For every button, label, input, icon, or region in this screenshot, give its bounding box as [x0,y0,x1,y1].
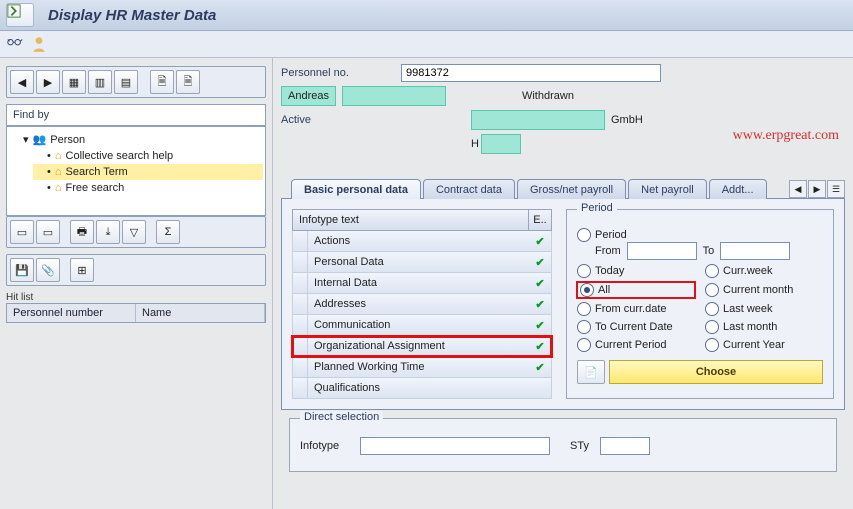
radio-period[interactable]: Period [577,228,823,242]
tree-item-collective[interactable]: •⌂Collective search help [33,148,263,164]
radio-currmonth[interactable]: Current month [705,282,823,298]
infotype-col2[interactable]: E.. [529,210,551,230]
from-input[interactable] [627,242,697,260]
finder-toolbar: ◀ ▶ ▦ ▥ ▤ 🗎 🗎 [6,66,266,98]
person-status: Withdrawn [522,90,574,102]
tab-contract-data[interactable]: Contract data [423,179,515,199]
choose-button[interactable]: Choose [609,360,823,384]
list-toolbar-2: 💾 📎 ⊞ [6,254,266,286]
person-tree: ▾👥Person •⌂Collective search help •⌂Sear… [6,126,266,216]
person-icon[interactable] [30,35,48,53]
to-input[interactable] [720,242,790,260]
save-icon[interactable]: 💾 [10,258,34,282]
print-icon[interactable]: 🖶 [70,220,94,244]
from-label: From [595,245,621,257]
infotype-header[interactable]: Infotype text [293,210,529,230]
period-legend: Period [577,202,617,214]
page-title: Display HR Master Data [48,7,216,24]
tab-net-payroll[interactable]: Net payroll [628,179,707,199]
infotype-row[interactable]: Actions✔ [292,231,552,252]
grid2-icon[interactable]: ▥ [88,70,112,94]
choose-helper-icon[interactable]: 📄 [577,360,605,384]
radio-currweek[interactable]: Curr.week [705,264,823,278]
col-name[interactable]: Name [136,304,265,322]
company-chip [471,110,605,130]
line3-prefix: H [471,138,479,150]
radio-fromcurr[interactable]: From curr.date [577,302,695,316]
tree-item-freesearch[interactable]: •⌂Free search [33,180,263,196]
check-icon: ✔ [529,235,551,248]
person-name-extra [342,86,446,106]
radio-all[interactable]: All [577,282,695,298]
watermark: www.erpgreat.com [733,128,839,144]
tab-addt[interactable]: Addt... [709,179,767,199]
check-icon: ✔ [529,340,551,353]
infotype-row[interactable]: Addresses✔ [292,294,552,315]
person-name: Andreas [281,86,336,106]
infotype-row[interactable]: Organizational Assignment✔ [292,336,552,357]
sum-icon[interactable]: Σ [156,220,180,244]
layout-icon[interactable]: ⊞ [70,258,94,282]
hitlist-header: Personnel number Name [6,303,266,323]
infotype-row[interactable]: Planned Working Time✔ [292,357,552,378]
radio-tocurrdate[interactable]: To Current Date [577,320,695,334]
tabstrip: Basic personal data Contract data Gross/… [281,172,845,199]
infotype-label: Infotype [300,440,360,452]
personnel-no-label: Personnel no. [281,67,401,79]
person-group-icon: 👥 [33,133,47,146]
tab-scroll-right-icon[interactable]: ▶ [808,180,826,198]
list-toolbar-1: ▭ ▭ 🖶 ⤓ ▽ Σ [6,216,266,248]
radio-lastmonth[interactable]: Last month [705,320,823,334]
check-icon: ✔ [529,361,551,374]
export-icon[interactable]: ⤓ [96,220,120,244]
radio-curryear[interactable]: Current Year [705,338,823,352]
to-label: To [703,245,715,257]
check-icon: ✔ [529,319,551,332]
line3-chip [481,134,521,154]
tree-item-searchterm[interactable]: •⌂Search Term [33,164,263,180]
company-suffix: GmbH [611,114,643,126]
glasses-icon[interactable] [6,35,24,53]
check-icon: ✔ [529,277,551,290]
doc2-icon[interactable]: 🗎 [176,70,200,94]
check-icon: ✔ [529,298,551,311]
infotype-row[interactable]: Qualifications [292,378,552,399]
grid3-icon[interactable]: ▤ [114,70,138,94]
filter-icon[interactable]: ▽ [122,220,146,244]
col-personnel-number[interactable]: Personnel number [7,304,136,322]
radio-today[interactable]: Today [577,264,695,278]
tree-root[interactable]: ▾👥Person [9,131,263,148]
detail2-icon[interactable]: ▭ [36,220,60,244]
hitlist-label: Hit list [6,292,266,303]
infotype-row[interactable]: Communication✔ [292,315,552,336]
doc-icon[interactable]: 🗎 [150,70,174,94]
clip-icon[interactable]: 📎 [36,258,60,282]
next-icon[interactable]: ▶ [36,70,60,94]
detail-icon[interactable]: ▭ [10,220,34,244]
menu-button[interactable] [6,3,34,27]
active-label: Active [281,114,401,126]
infotype-row[interactable]: Internal Data✔ [292,273,552,294]
prev-icon[interactable]: ◀ [10,70,34,94]
grid1-icon[interactable]: ▦ [62,70,86,94]
check-icon: ✔ [529,256,551,269]
tab-basic-personal-data[interactable]: Basic personal data [291,179,421,199]
tab-gross-net-payroll[interactable]: Gross/net payroll [517,179,626,199]
sty-input[interactable] [600,437,650,455]
infotype-row[interactable]: Personal Data✔ [292,252,552,273]
radio-currperiod[interactable]: Current Period [577,338,695,352]
radio-lastweek[interactable]: Last week [705,302,823,316]
sty-label: STy [570,440,600,452]
direct-legend: Direct selection [300,411,383,423]
tab-scroll-left-icon[interactable]: ◀ [789,180,807,198]
personnel-no-input[interactable] [401,64,661,82]
findby-label: Find by [6,104,266,126]
infotype-input[interactable] [360,437,550,455]
tab-list-icon[interactable]: ☰ [827,180,845,198]
